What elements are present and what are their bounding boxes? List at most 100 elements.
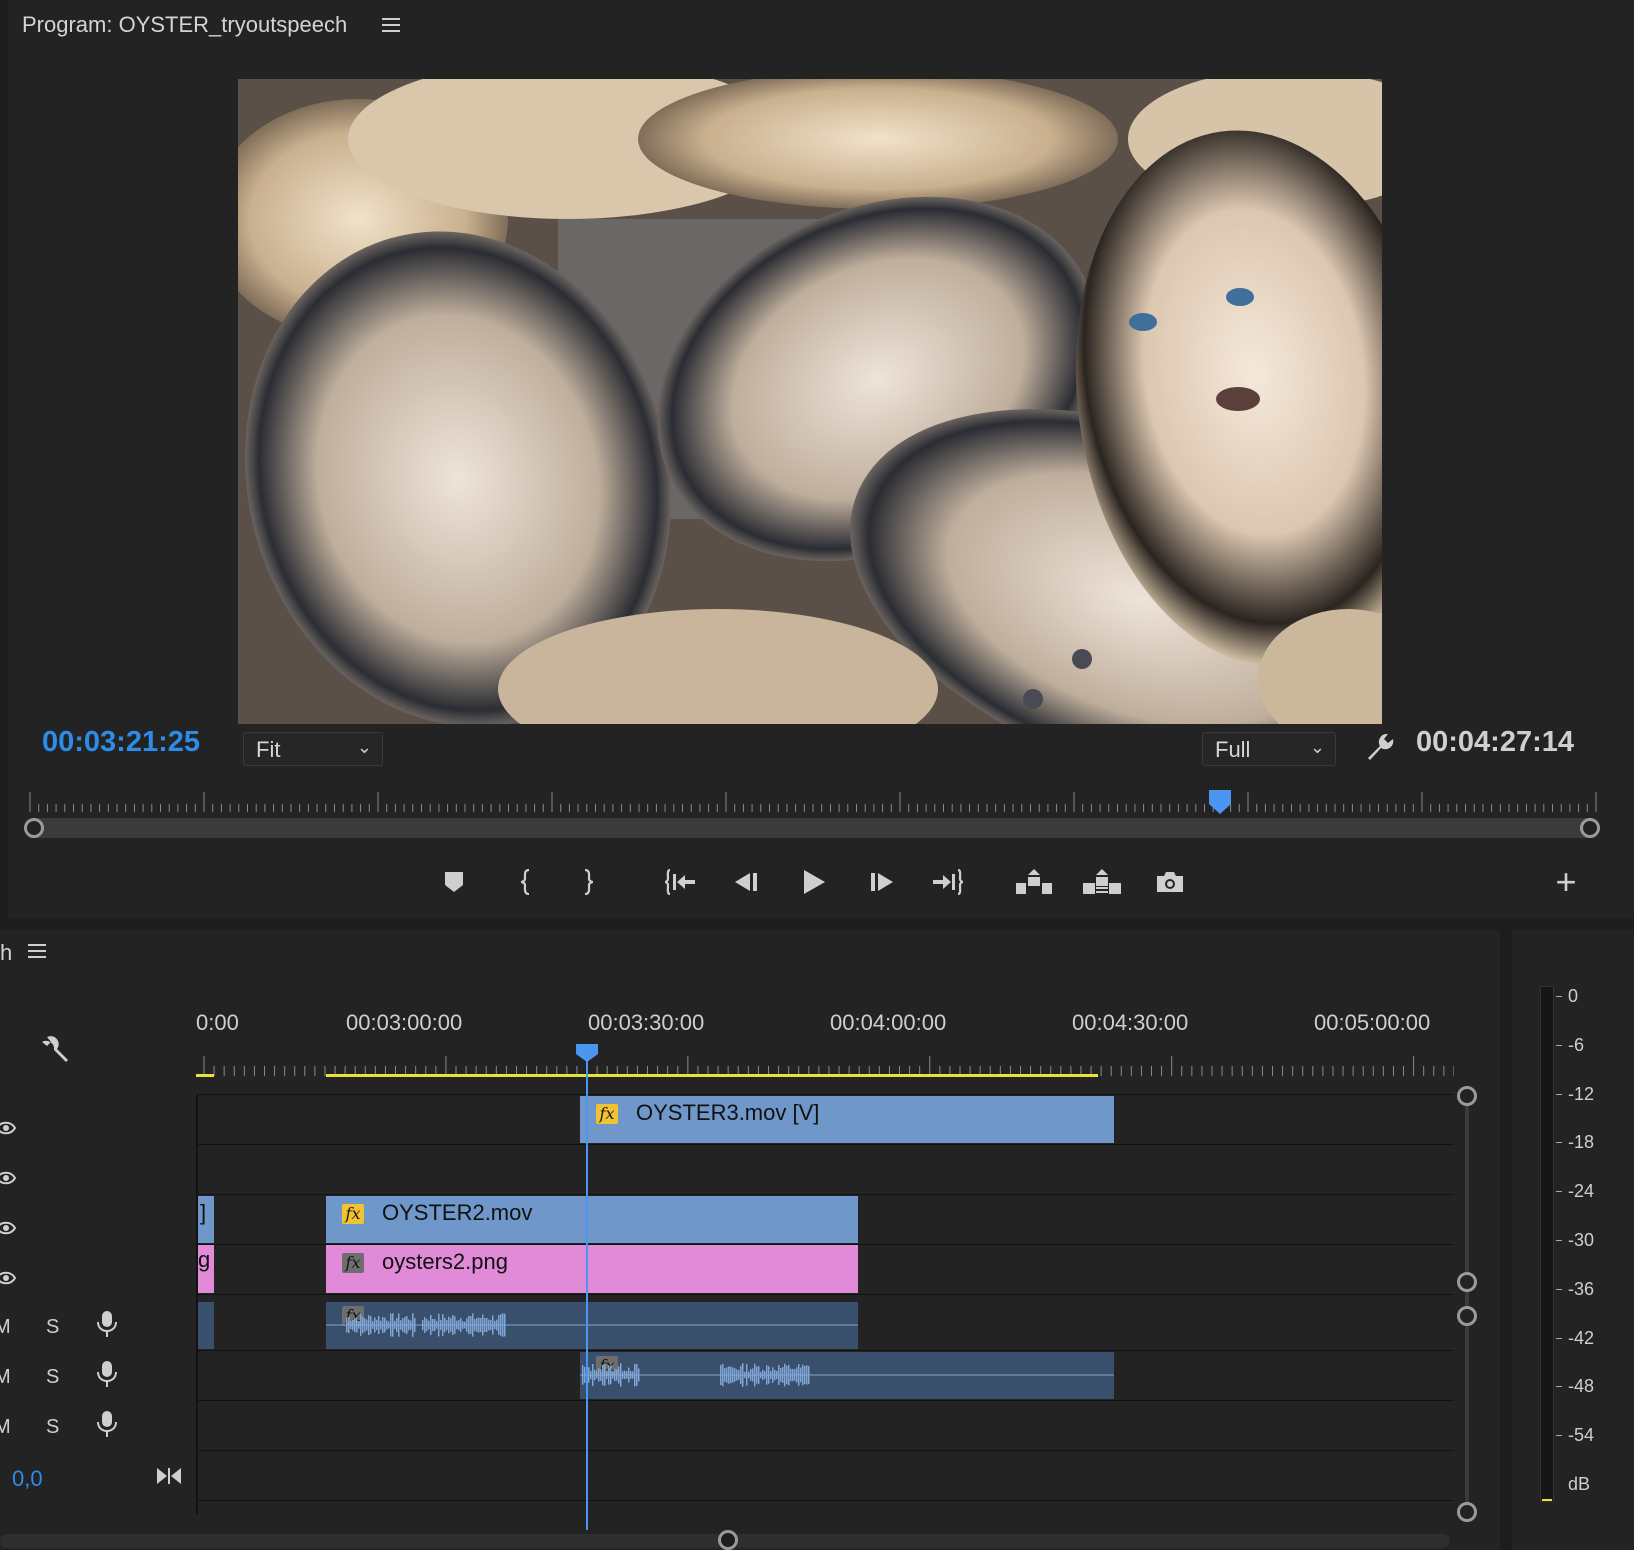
solo-track-button[interactable]: S (46, 1366, 59, 1389)
scroll-handle[interactable] (718, 1530, 738, 1550)
track-height-scrollbar[interactable] (1454, 1086, 1480, 1526)
audio-meter-bar (1540, 986, 1554, 1502)
go-to-out-button[interactable] (928, 860, 968, 904)
go-to-out-icon (933, 869, 964, 895)
toggle-track-output-eye-icon[interactable] (0, 1120, 16, 1136)
master-volume-value[interactable]: 0,0 (12, 1466, 43, 1492)
program-video-frame (238, 79, 1382, 724)
play-icon (804, 870, 825, 894)
scroll-handle-top[interactable] (1457, 1086, 1477, 1106)
toggle-track-output-eye-icon[interactable] (0, 1170, 16, 1186)
db-scale-label: 0 (1568, 986, 1579, 1006)
mark-out-button[interactable] (568, 860, 608, 904)
db-scale-label: -54 (1568, 1425, 1595, 1446)
db-scale-label: dB (1568, 1474, 1591, 1494)
monitor-time-ruler[interactable] (22, 790, 1598, 816)
db-scale-label: -30 (1568, 1230, 1595, 1250)
timeline-panel-menu-icon[interactable] (28, 940, 46, 958)
audio-waveform (580, 1363, 1114, 1387)
chevron-down-icon: ⌄ (356, 737, 372, 757)
db-scale-tick (1556, 1093, 1562, 1095)
add-marker-button[interactable] (434, 860, 474, 904)
playback-resolution-value: Full (1215, 737, 1251, 762)
db-scale-tick (1556, 1044, 1562, 1046)
db-scale-label: -18 (1568, 1132, 1595, 1153)
db-scale-tick (1556, 1240, 1562, 1241)
timeline-clip-partial-video[interactable]: ] (198, 1196, 214, 1243)
scroll-handle-video-bottom[interactable] (1457, 1272, 1477, 1292)
playback-resolution-select[interactable]: Full ⌄ (1202, 732, 1336, 766)
toggle-track-output-eye-icon[interactable] (0, 1220, 16, 1236)
step-back-icon (735, 873, 757, 891)
timeline-clip-oyster2-video[interactable]: fx OYSTER2.mov (326, 1196, 858, 1243)
timeline-clip-oyster3-video[interactable]: fx OYSTER3.mov [V] (580, 1096, 1114, 1143)
db-scale-label: -42 (1568, 1327, 1595, 1348)
fx-badge-icon: fx (596, 1104, 618, 1124)
go-to-in-icon (664, 869, 695, 895)
sequence-duration-timecode: 00:04:27:14 (1416, 726, 1574, 758)
extract-icon (1083, 869, 1121, 894)
db-scale-tick (1556, 1142, 1562, 1144)
timeline-clip-oysters2-image[interactable]: fx oysters2.png (326, 1245, 858, 1293)
db-scale-tick (1556, 1337, 1562, 1339)
button-editor-add-icon[interactable]: + (1550, 862, 1582, 902)
db-scale-label: -12 (1568, 1083, 1595, 1104)
export-frame-button[interactable] (1150, 860, 1190, 904)
oyster-image (238, 79, 1382, 724)
ruler-timecode-label: 00:04:30:00 (1072, 1010, 1189, 1035)
mute-track-button[interactable]: M (0, 1316, 11, 1339)
step-back-button[interactable] (726, 860, 766, 904)
timeline-playhead-line[interactable] (586, 1050, 588, 1530)
ruler-timecode-label: 00:03:00:00 (346, 1010, 463, 1035)
step-forward-button[interactable] (862, 860, 902, 904)
step-forward-icon (871, 873, 893, 891)
lift-button[interactable] (1014, 860, 1054, 904)
mute-track-button[interactable]: M (0, 1366, 11, 1389)
scroll-handle-audio-top[interactable] (1457, 1306, 1477, 1326)
db-scale-tick (1556, 1191, 1562, 1193)
solo-track-button[interactable]: S (46, 1316, 59, 1339)
lift-icon (1016, 869, 1052, 894)
ruler-timecode-label: 00:04:00:00 (830, 1010, 947, 1035)
db-scale-tick (1556, 1288, 1562, 1290)
program-panel-menu-icon[interactable] (382, 14, 400, 32)
go-to-in-button[interactable] (660, 860, 700, 904)
master-track-toggle-icon[interactable] (156, 1466, 182, 1486)
extract-button[interactable] (1082, 860, 1122, 904)
solo-track-button[interactable]: S (46, 1416, 59, 1439)
timeline-clip-oyster3-audio[interactable]: fx (580, 1352, 1114, 1399)
add-marker-icon (445, 872, 463, 892)
monitor-settings-wrench-icon[interactable] (1362, 730, 1396, 764)
timeline-clip-oyster2-audio[interactable]: fx (326, 1302, 858, 1349)
timeline-clip-partial-image[interactable]: g (198, 1245, 214, 1293)
timeline-tracks[interactable]: fx OYSTER3.mov [V] ] fx OYSTER2.mov g fx… (196, 1094, 1454, 1514)
monitor-playhead-icon[interactable] (1208, 790, 1231, 814)
scroll-handle-right[interactable] (1580, 818, 1600, 838)
scroll-handle-bottom[interactable] (1457, 1502, 1477, 1522)
current-timecode[interactable]: 00:03:21:25 (42, 726, 200, 759)
mute-track-button[interactable]: M (0, 1416, 11, 1439)
ruler-timecode-label: 00:03:30:00 (588, 1010, 705, 1035)
timeline-settings-wrench-icon[interactable] (38, 1034, 72, 1068)
voice-over-record-mic-icon[interactable] (96, 1410, 118, 1438)
transport-controls (0, 860, 1634, 912)
chevron-down-icon: ⌄ (1309, 737, 1325, 757)
timeline-playhead-icon[interactable] (576, 1044, 598, 1062)
program-monitor-title: Program: OYSTER_tryoutspeech (22, 12, 348, 37)
zoom-level-select[interactable]: Fit ⌄ (243, 732, 383, 766)
db-scale-label: -36 (1568, 1278, 1595, 1299)
timeline-tab-title[interactable]: h (0, 940, 12, 966)
mark-in-icon (520, 869, 530, 895)
db-scale-label: -6 (1568, 1034, 1585, 1055)
scroll-handle-left[interactable] (24, 818, 44, 838)
db-scale-tick (1556, 996, 1562, 997)
monitor-zoom-scrollbar[interactable] (24, 818, 1600, 838)
mark-in-button[interactable] (506, 860, 546, 904)
play-button[interactable] (794, 860, 834, 904)
toggle-track-output-eye-icon[interactable] (0, 1270, 16, 1286)
voice-over-record-mic-icon[interactable] (96, 1310, 118, 1338)
mark-out-icon (584, 869, 594, 895)
voice-over-record-mic-icon[interactable] (96, 1360, 118, 1388)
timeline-time-ruler[interactable]: 0:00 00:03:00:00 00:03:30:00 00:04:00:00… (196, 1010, 1454, 1090)
timeline-clip-partial-audio[interactable] (198, 1302, 214, 1349)
